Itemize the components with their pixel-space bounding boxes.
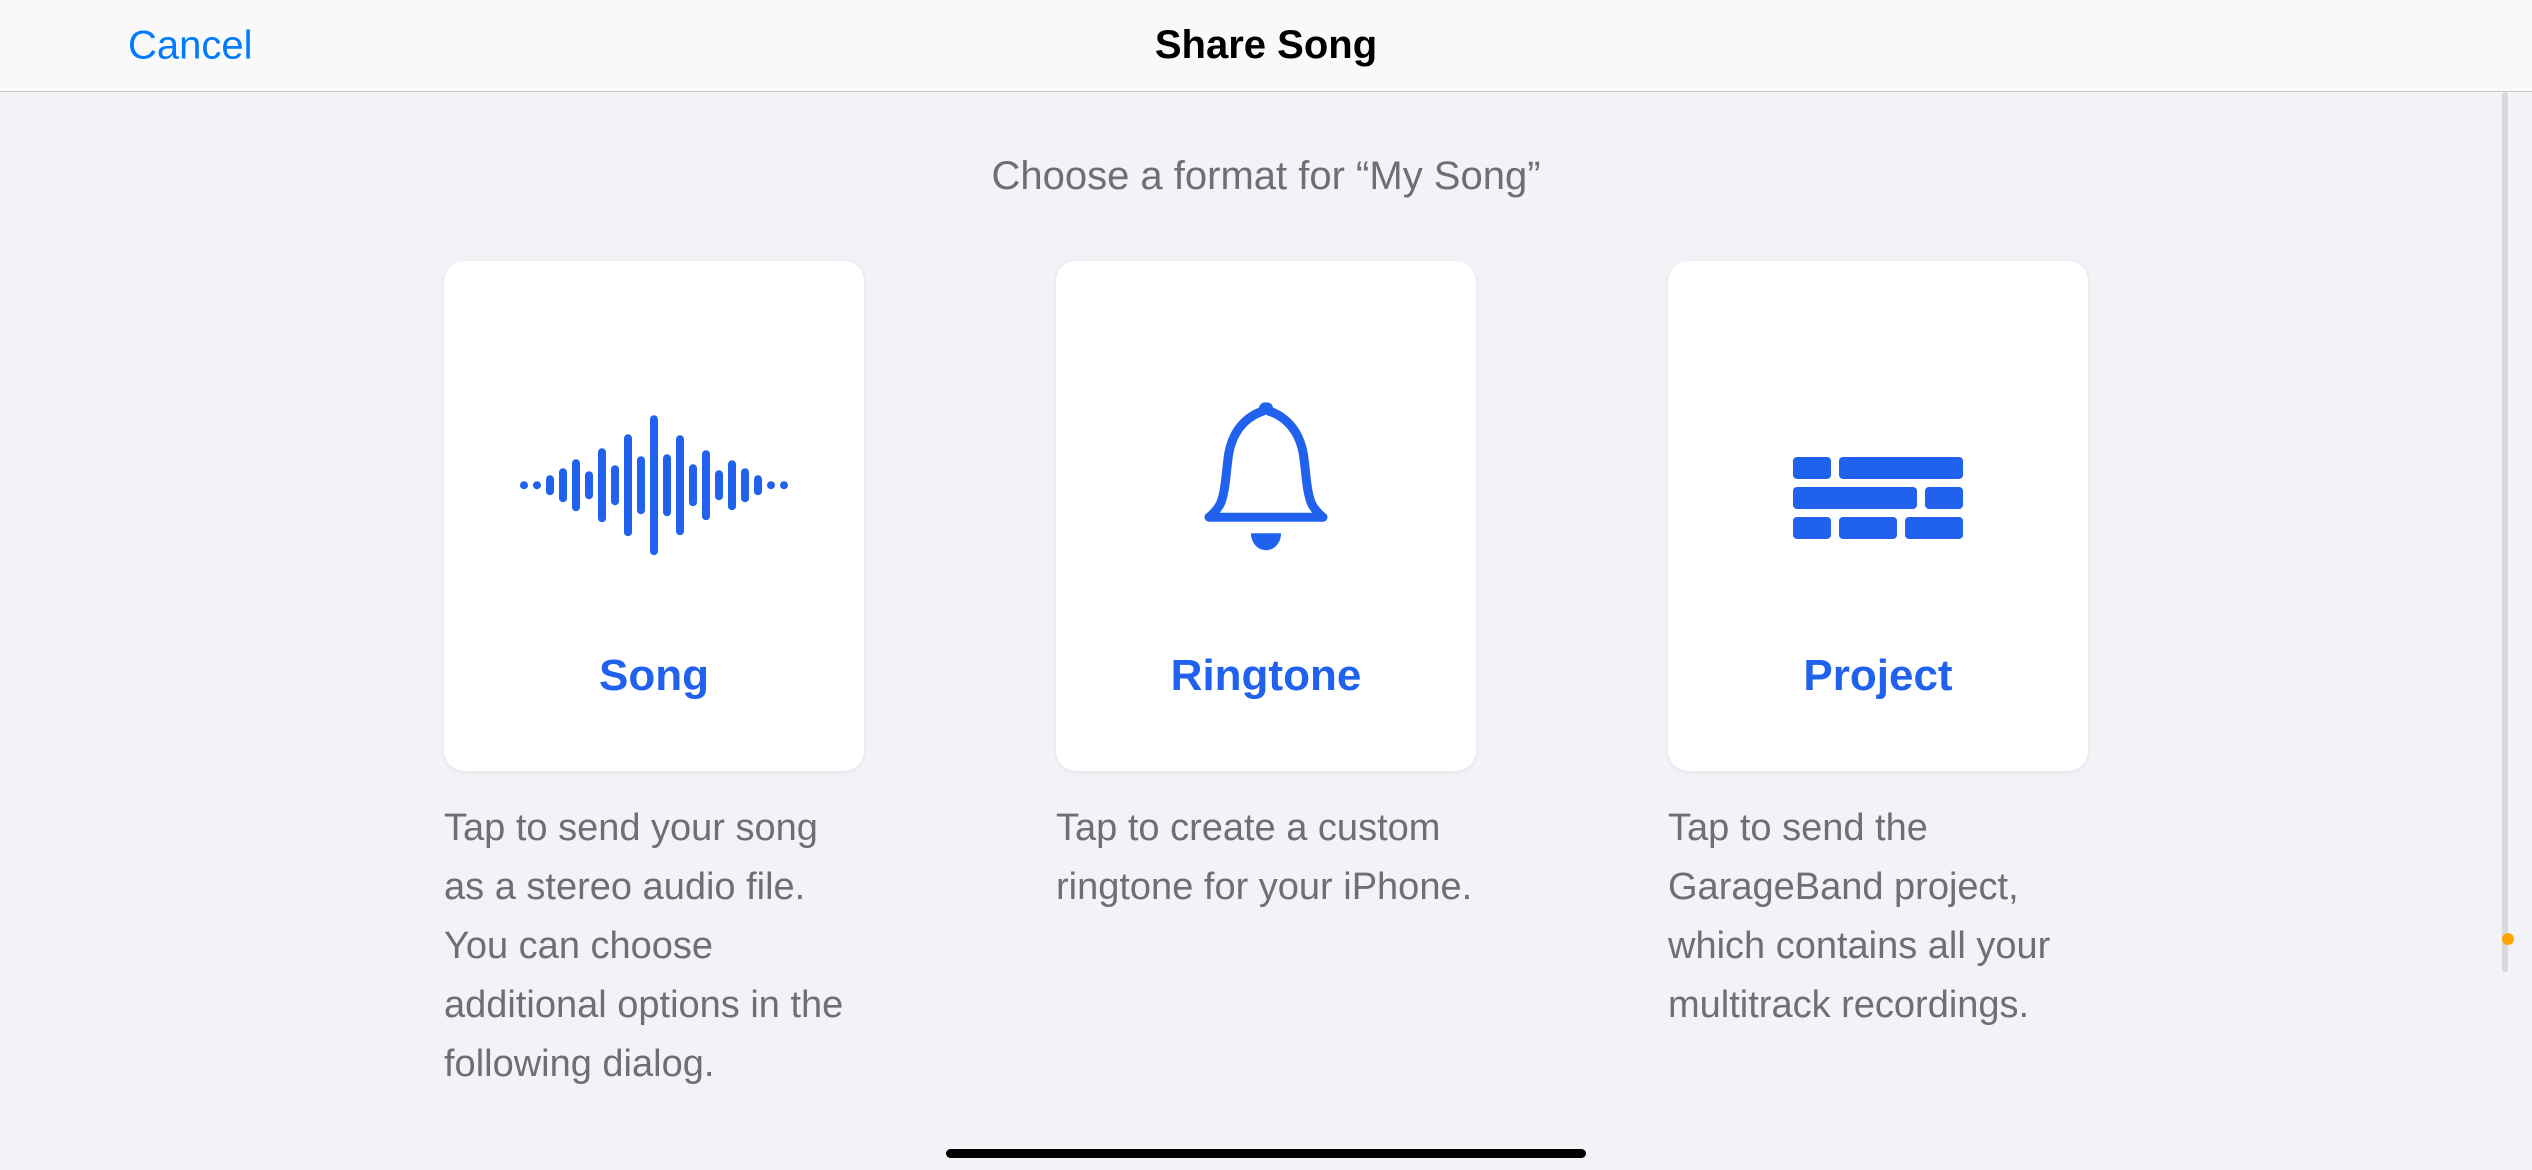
cancel-button[interactable]: Cancel <box>128 23 253 68</box>
bell-icon <box>1191 397 1341 562</box>
option-ringtone: Ringtone Tap to create a custom ringtone… <box>1056 261 1476 1093</box>
ringtone-label: Ringtone <box>1171 651 1362 701</box>
navigation-bar: Cancel Share Song <box>0 0 2532 92</box>
song-description: Tap to send your song as a stereo audio … <box>444 799 864 1093</box>
option-project: Project Tap to send the GarageBand proje… <box>1668 261 2088 1093</box>
page-title: Share Song <box>1155 23 1377 68</box>
subtitle-text: Choose a format for “My Song” <box>0 154 2532 199</box>
bricks-icon <box>1793 457 1963 539</box>
scroll-indicator <box>2502 92 2508 972</box>
project-card[interactable]: Project <box>1668 261 2088 771</box>
recording-indicator-dot <box>2502 933 2514 945</box>
ringtone-card[interactable]: Ringtone <box>1056 261 1476 771</box>
home-indicator[interactable] <box>946 1149 1586 1158</box>
ringtone-description: Tap to create a custom ringtone for your… <box>1056 799 1476 917</box>
option-song: Song Tap to send your song as a stereo a… <box>444 261 864 1093</box>
song-card[interactable]: Song <box>444 261 864 771</box>
options-row: Song Tap to send your song as a stereo a… <box>0 261 2532 1093</box>
project-label: Project <box>1803 651 1952 701</box>
content-area: Choose a format for “My Song” <box>0 92 2532 1093</box>
waveform-icon <box>520 415 788 555</box>
project-description: Tap to send the GarageBand project, whic… <box>1668 799 2088 1035</box>
song-label: Song <box>599 651 709 701</box>
